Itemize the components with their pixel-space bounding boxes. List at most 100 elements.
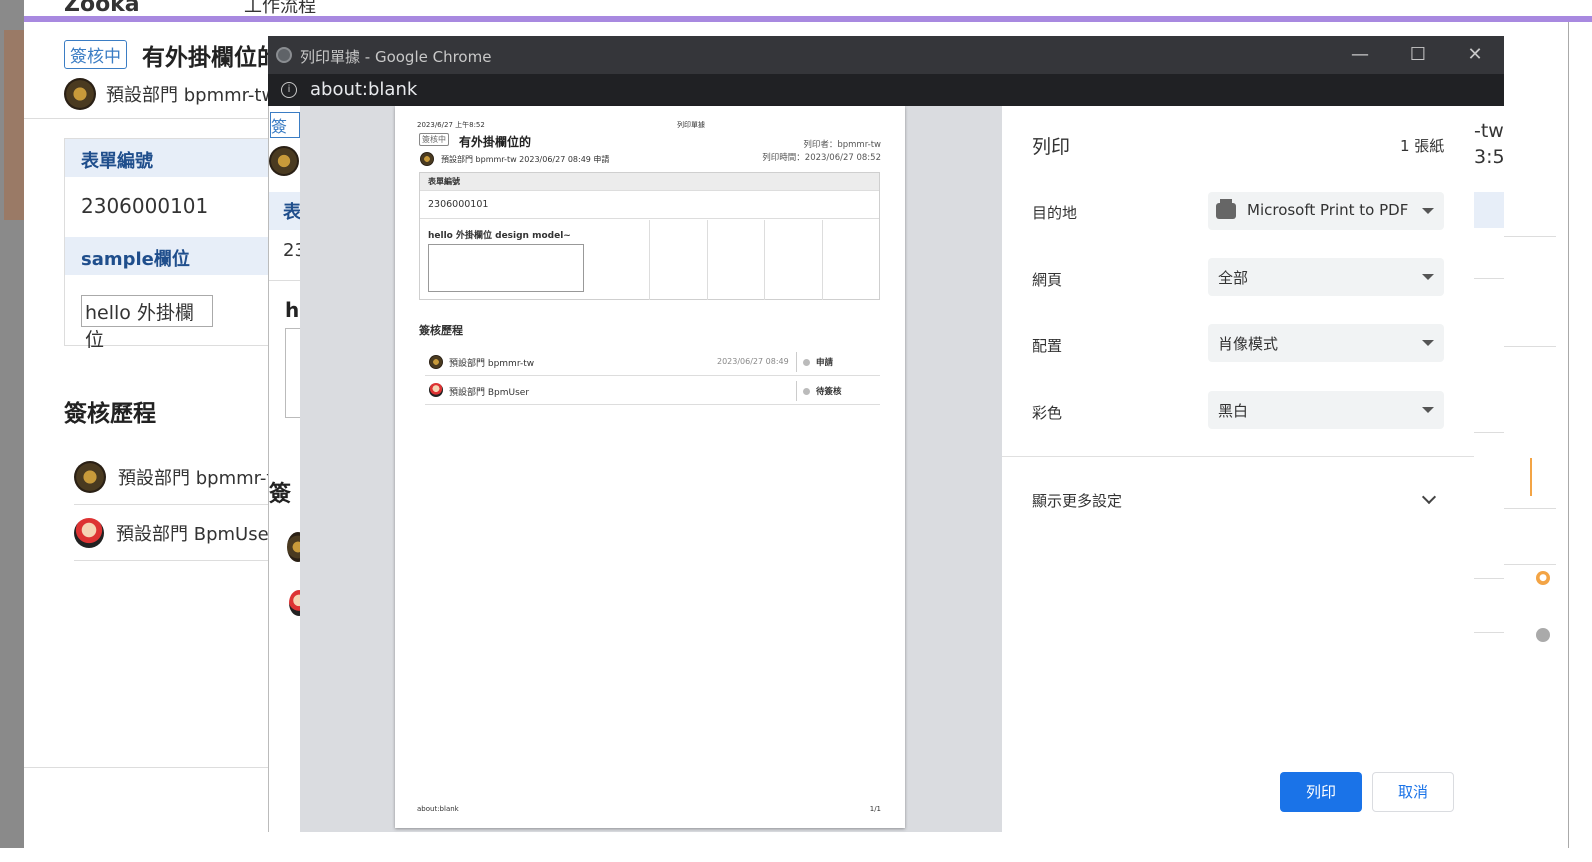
divider xyxy=(796,352,797,372)
divider xyxy=(649,220,650,300)
favicon-icon xyxy=(276,47,292,63)
minimize-button[interactable]: — xyxy=(1347,42,1373,68)
avatar xyxy=(429,383,443,397)
color-value: 黑白 xyxy=(1218,402,1249,420)
pages-value: 全部 xyxy=(1218,269,1249,287)
sample-label: sample欄位 xyxy=(65,237,269,275)
print-history-row: 預設部門 bpmmr-tw 2023/06/27 08:49 申請 xyxy=(425,348,880,376)
print-settings-panel: 列印 1 張紙 目的地 Microsoft Print to PDF 網頁 全部… xyxy=(1002,106,1474,832)
status-dot-icon xyxy=(803,359,810,366)
form-card: 表單編號 2306000101 sample欄位 hello 外掛欄位 xyxy=(64,138,269,351)
color-label: 彩色 xyxy=(1032,404,1063,422)
info-icon[interactable]: i xyxy=(281,82,297,98)
layout-value: 肖像模式 xyxy=(1218,335,1279,353)
divider xyxy=(822,220,823,300)
divider xyxy=(1002,456,1474,457)
print-history-title: 簽核歷程 xyxy=(419,324,463,337)
print-preview-area: 2023/6/27 上午8:52 列印單據 簽核中 有外掛欄位的 預設部門 bp… xyxy=(300,106,1002,832)
avatar xyxy=(74,518,104,548)
dropdown-arrow-icon xyxy=(1422,340,1434,346)
print-header-title: 列印單據 xyxy=(677,121,705,129)
chrome-print-window: 列印單據 - Google Chrome — ☐ ✕ i about:blank… xyxy=(268,36,1504,832)
print-footer-page: 1/1 xyxy=(869,805,881,813)
print-history-row: 預設部門 BpmUser 待簽核 xyxy=(425,377,880,405)
divider xyxy=(1504,346,1556,347)
form-title: 有外掛欄位的 xyxy=(142,45,280,71)
print-datetime: 2023/6/27 上午8:52 xyxy=(417,121,485,129)
applicant: 預設部門 bpmmr-tw xyxy=(64,78,276,110)
top-bar: Zooka 工作流程 xyxy=(24,0,1592,22)
close-button[interactable]: ✕ xyxy=(1462,42,1488,68)
destination-value: Microsoft Print to PDF xyxy=(1247,201,1409,219)
cancel-button[interactable]: 取消 xyxy=(1372,772,1454,812)
divider xyxy=(796,381,797,401)
print-heading: 列印 xyxy=(1032,136,1071,158)
print-button[interactable]: 列印 xyxy=(1280,772,1362,812)
print-time: 列印時間：2023/06/27 08:52 xyxy=(762,153,881,163)
background-right-edge: ● xyxy=(1504,104,1570,832)
history-row: 預設部門 BpmUser xyxy=(74,506,269,561)
field-row: hello 外掛欄位 design model~ xyxy=(420,220,879,300)
history-status-text: 申請 xyxy=(816,358,834,368)
pages-label: 網頁 xyxy=(1032,271,1063,289)
history-title: 簽核歷程 xyxy=(64,401,156,427)
destination-label: 目的地 xyxy=(1032,204,1078,222)
status-dot-icon xyxy=(803,388,810,395)
left-frame-strip xyxy=(4,30,24,220)
layout-select[interactable]: 肖像模式 xyxy=(1208,324,1444,362)
print-form-table: 表單編號 2306000101 hello 外掛欄位 design model~ xyxy=(419,172,880,300)
dropdown-arrow-icon xyxy=(1422,274,1434,280)
field-textarea xyxy=(428,244,584,292)
history-status: 申請 xyxy=(803,356,833,368)
pending-status-icon xyxy=(1536,628,1550,642)
history-row: 預設部門 bpmmr-tw xyxy=(74,450,269,505)
status-marker xyxy=(1530,458,1560,496)
print-form-title: 有外掛欄位的 xyxy=(459,135,532,149)
avatar xyxy=(64,78,96,110)
form-no-label: 表單編號 xyxy=(65,139,269,177)
field-label: hello 外掛欄位 design model~ xyxy=(428,231,571,241)
left-frame xyxy=(0,0,24,862)
more-settings-toggle[interactable]: 顯示更多設定 xyxy=(1032,490,1122,511)
preview-page: 2023/6/27 上午8:52 列印單據 簽核中 有外掛欄位的 預設部門 bp… xyxy=(395,106,905,828)
avatar xyxy=(74,461,106,493)
history-status-text: 待簽核 xyxy=(816,387,842,397)
printer-icon xyxy=(1216,199,1236,219)
history-date: 2023/06/27 08:49 xyxy=(717,357,789,366)
history-name: 預設部門 BpmUser xyxy=(449,388,530,398)
status-badge: 簽核中 xyxy=(64,40,127,69)
screen: Zooka 工作流程 簽核中 有外掛欄位的 預設部門 bpmmr-tw 表單編號… xyxy=(0,0,1592,862)
sample-input[interactable]: hello 外掛欄位 xyxy=(81,295,213,351)
divider xyxy=(1504,236,1556,237)
window-title-bar: 列印單據 - Google Chrome — ☐ ✕ xyxy=(268,36,1504,74)
color-select[interactable]: 黑白 xyxy=(1208,391,1444,429)
history-status: 待簽核 xyxy=(803,385,842,397)
divider xyxy=(1504,508,1556,509)
history-name: 預設部門 bpmmr-tw xyxy=(118,468,269,489)
divider xyxy=(24,118,269,119)
dropdown-arrow-icon xyxy=(1422,407,1434,413)
history-name: 預設部門 bpmmr-tw xyxy=(449,359,535,369)
sheet-count: 1 張紙 xyxy=(1400,137,1445,155)
form-no-value: 2306000101 xyxy=(81,194,209,218)
app-logo: Zooka xyxy=(64,0,140,17)
destination-select[interactable]: Microsoft Print to PDF xyxy=(1208,192,1444,230)
dropdown-arrow-icon xyxy=(1422,208,1434,214)
print-user-line: 預設部門 bpmmr-tw 2023/06/27 08:49 申請 xyxy=(441,155,610,164)
pages-select[interactable]: 全部 xyxy=(1208,258,1444,296)
avatar xyxy=(420,152,434,166)
layout-label: 配置 xyxy=(1032,337,1063,355)
chevron-down-icon[interactable] xyxy=(1421,489,1437,505)
maximize-button[interactable]: ☐ xyxy=(1405,42,1431,68)
printer-user: 列印者：bpmmr-tw xyxy=(803,140,881,150)
form-no-value: 2306000101 xyxy=(420,191,879,219)
status-badge: 簽核中 xyxy=(419,133,449,146)
bottom-frame xyxy=(0,848,1592,862)
print-footer-url: about:blank xyxy=(417,805,459,813)
history-name: 預設部門 BpmUser xyxy=(116,524,269,545)
address-bar: i about:blank xyxy=(268,74,1504,106)
url-text[interactable]: about:blank xyxy=(310,79,417,100)
window-title: 列印單據 - Google Chrome xyxy=(300,48,492,66)
divider xyxy=(707,220,708,300)
applicant-name: 預設部門 bpmmr-tw xyxy=(106,85,277,106)
